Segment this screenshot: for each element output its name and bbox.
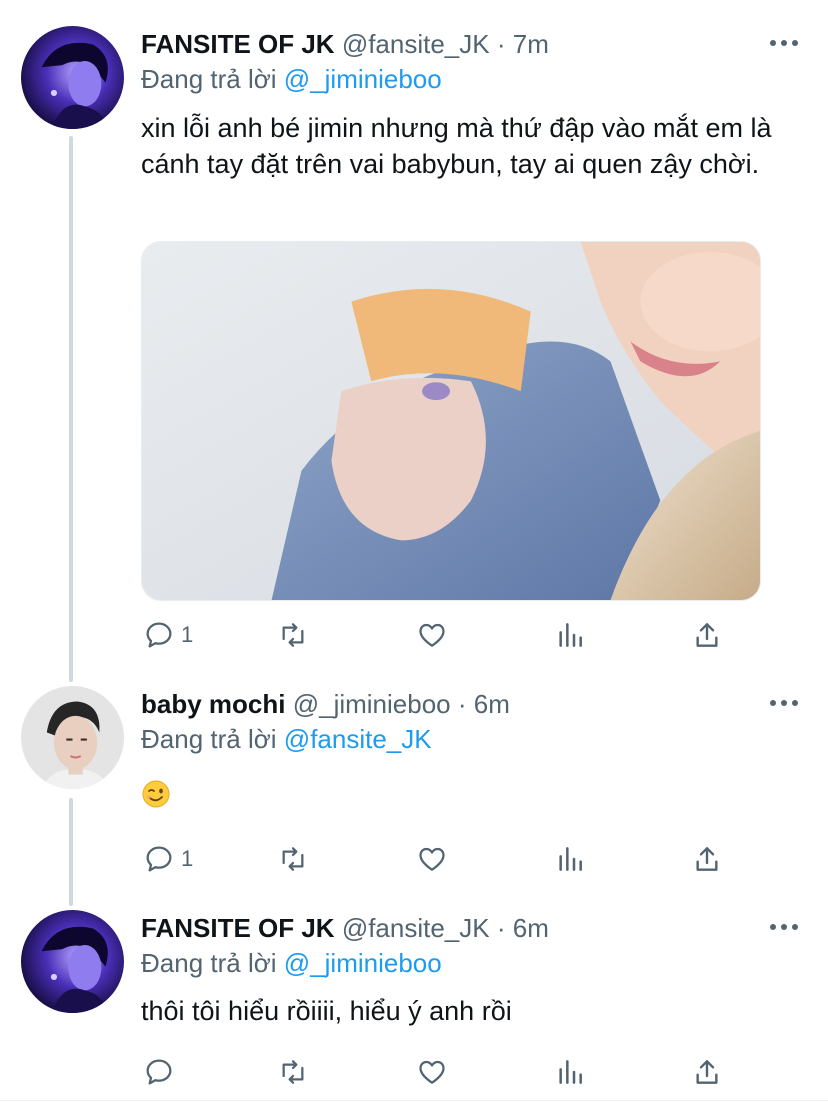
tweet-media[interactable] (141, 241, 761, 601)
reply-mention[interactable]: @_jiminieboo (284, 64, 442, 94)
reply-button[interactable] (143, 1052, 181, 1092)
tweet-header: baby mochi @_jiminieboo · 6m (141, 688, 510, 720)
reply-context: Đang trả lời @fansite_JK (141, 723, 432, 755)
share-icon (696, 623, 718, 647)
tweet-actions (141, 1052, 741, 1092)
tweet-actions: 1 (141, 839, 741, 879)
reply-context: Đang trả lời @_jiminieboo (141, 947, 442, 979)
author-handle[interactable]: @_jiminieboo (293, 689, 451, 719)
avatar[interactable] (21, 686, 124, 789)
share-icon (696, 847, 718, 871)
tweet-header: FANSITE OF JK @fansite_JK · 7m (141, 28, 549, 60)
more-icon[interactable] (770, 37, 800, 49)
stats-button[interactable] (554, 1052, 586, 1092)
reply-prefix: Đang trả lời (141, 64, 277, 94)
reply-mention[interactable]: @fansite_JK (284, 724, 432, 754)
reply-prefix: Đang trả lời (141, 724, 277, 754)
more-icon[interactable] (770, 697, 800, 709)
like-button[interactable] (416, 615, 448, 655)
author-handle[interactable]: @fansite_JK (342, 29, 490, 59)
share-button[interactable] (691, 1052, 723, 1092)
reply-count: 1 (181, 846, 194, 871)
stats-button[interactable] (554, 839, 586, 879)
reply-button[interactable]: 1 (143, 839, 193, 879)
share-button[interactable] (691, 839, 723, 879)
reply-icon (146, 846, 172, 872)
author-handle[interactable]: @fansite_JK (342, 913, 490, 943)
stats-icon (559, 623, 582, 647)
thread-line (69, 136, 73, 682)
stats-icon (559, 1060, 582, 1084)
heart-icon (419, 623, 445, 647)
avatar[interactable] (21, 26, 124, 129)
retweet-button[interactable] (277, 615, 309, 655)
heart-icon (419, 1060, 445, 1084)
avatar-image (21, 26, 124, 129)
more-icon[interactable] (770, 921, 800, 933)
reply-count: 1 (181, 622, 194, 647)
tweet-header: FANSITE OF JK @fansite_JK · 6m (141, 912, 549, 944)
divider (0, 1100, 828, 1101)
author-name[interactable]: FANSITE OF JK (141, 913, 335, 943)
retweet-icon (282, 623, 304, 647)
like-button[interactable] (416, 1052, 448, 1092)
thread-line (69, 798, 73, 906)
retweet-button[interactable] (277, 839, 309, 879)
separator: · (489, 913, 513, 943)
reply-icon (146, 1059, 172, 1085)
winking-face-emoji (142, 780, 170, 808)
tweet-actions: 1 (141, 615, 741, 655)
tweet-text: xin lỗi anh bé jimin nhưng mà thứ đập và… (141, 113, 772, 179)
separator: · (489, 29, 513, 59)
tweet-text (141, 779, 171, 809)
stats-button[interactable] (554, 615, 586, 655)
tweet-text: thôi tôi hiểu rồiiii, hiểu ý anh rồi (141, 996, 512, 1026)
author-name[interactable]: baby mochi (141, 689, 285, 719)
timestamp[interactable]: 7m (513, 29, 549, 59)
heart-icon (419, 847, 445, 871)
retweet-icon (282, 847, 304, 871)
stats-icon (559, 847, 582, 871)
author-name[interactable]: FANSITE OF JK (141, 29, 335, 59)
reply-mention[interactable]: @_jiminieboo (284, 948, 442, 978)
like-button[interactable] (416, 839, 448, 879)
reply-prefix: Đang trả lời (141, 948, 277, 978)
avatar-image (21, 910, 124, 1013)
reply-icon (146, 622, 172, 648)
media-photo (142, 242, 760, 600)
retweet-button[interactable] (277, 1052, 309, 1092)
reply-context: Đang trả lời @_jiminieboo (141, 63, 442, 95)
reply-button[interactable]: 1 (143, 615, 193, 655)
share-icon (696, 1060, 718, 1084)
timestamp[interactable]: 6m (513, 913, 549, 943)
separator: · (450, 689, 474, 719)
avatar[interactable] (21, 910, 124, 1013)
avatar-image (21, 686, 124, 789)
share-button[interactable] (691, 615, 723, 655)
timestamp[interactable]: 6m (474, 689, 510, 719)
retweet-icon (282, 1060, 304, 1084)
